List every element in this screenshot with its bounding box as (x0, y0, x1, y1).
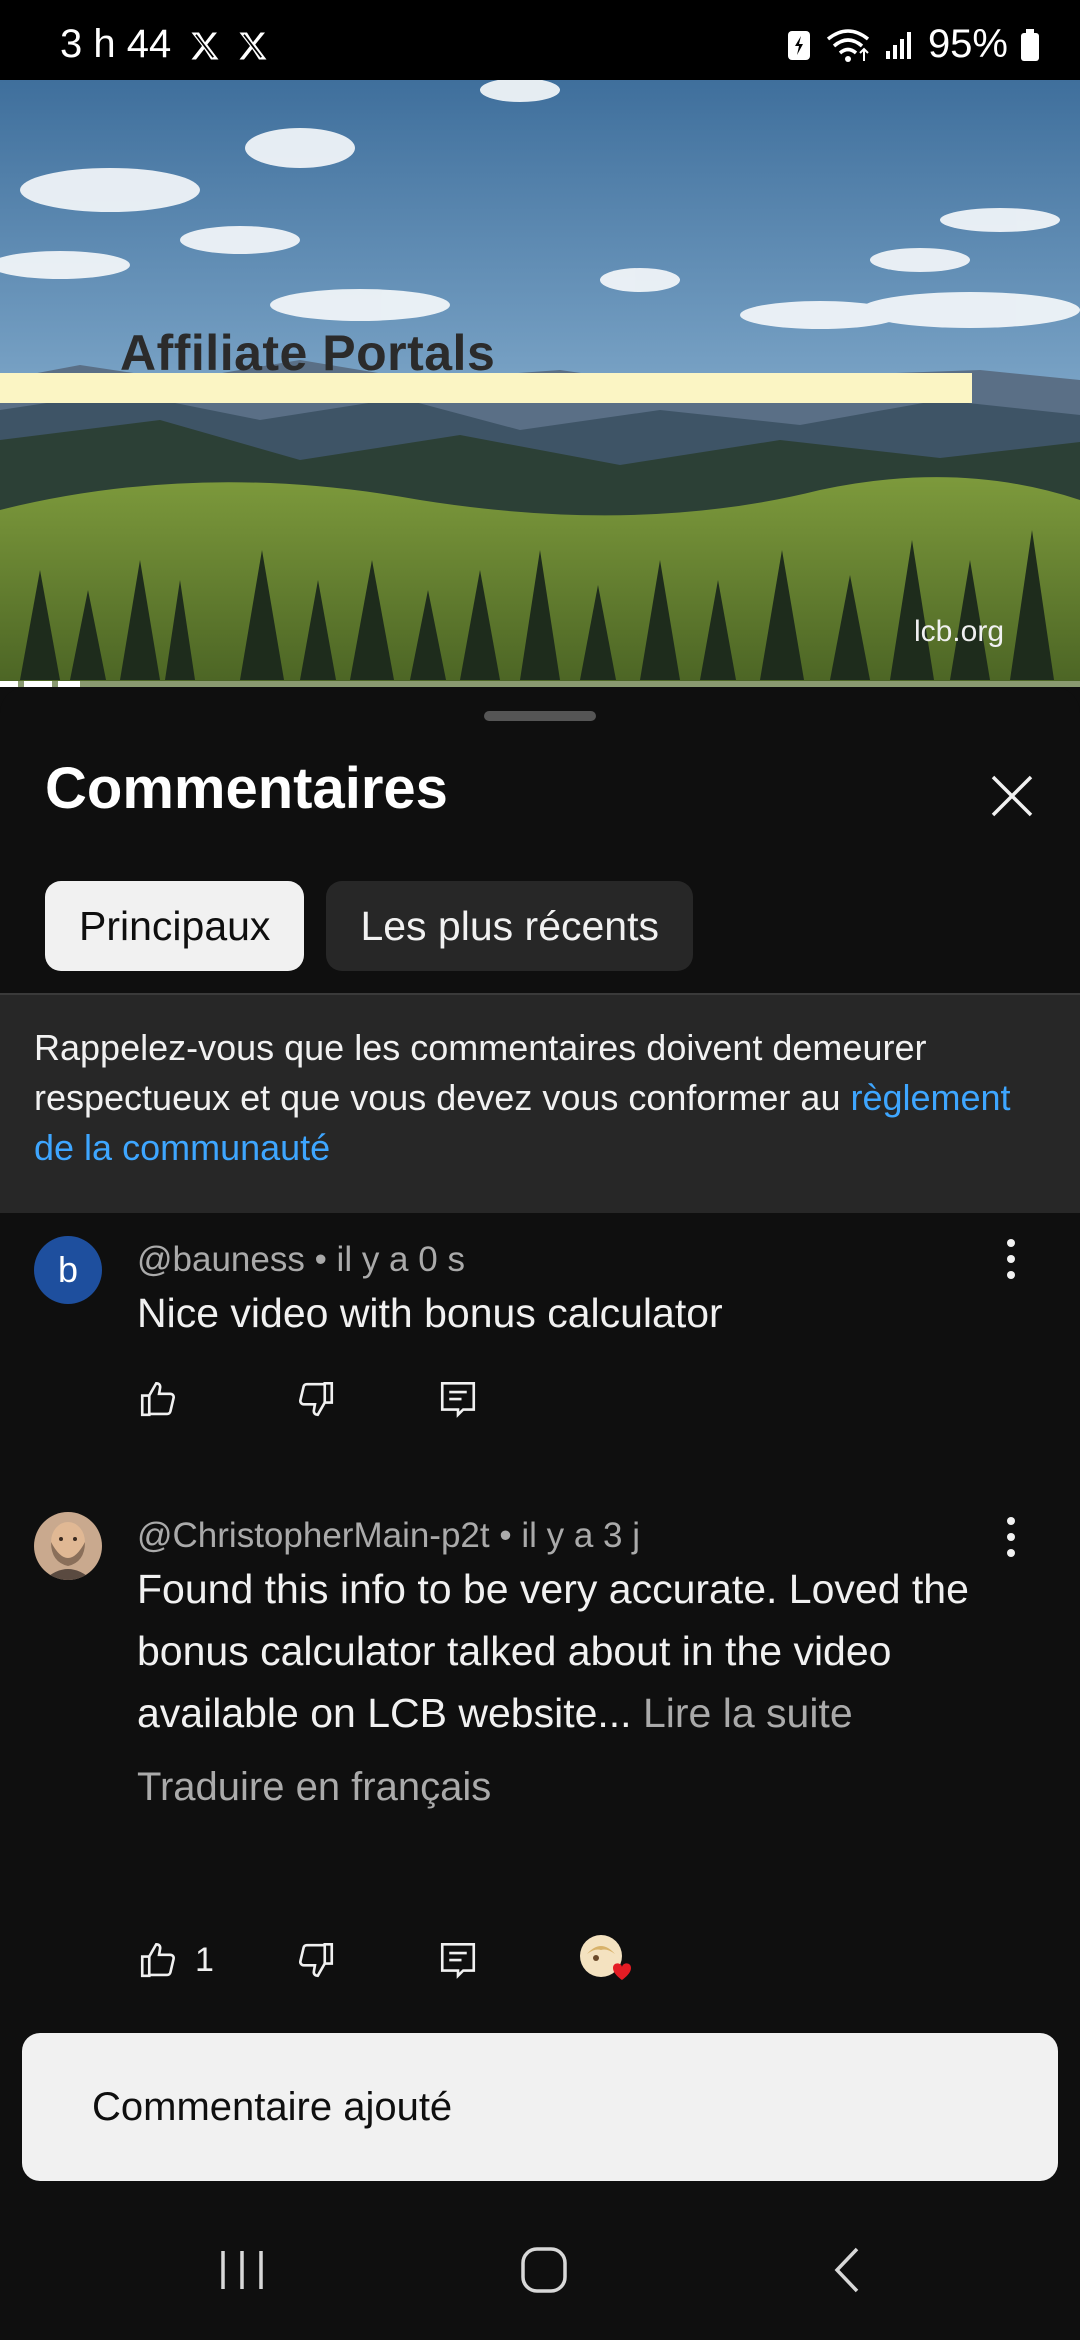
status-time: 3 h 44 (60, 22, 172, 66)
wifi-icon (826, 28, 870, 62)
snackbar-message: Commentaire ajouté (92, 2084, 453, 2129)
translate-link[interactable]: Traduire en français (137, 1765, 491, 1810)
sort-tabs: Principaux Les plus récents (45, 881, 693, 971)
reply-button[interactable] (437, 1939, 577, 1981)
video-watermark: lcb.org (913, 615, 1004, 648)
avatar-photo (34, 1512, 102, 1580)
dislike-button[interactable] (295, 1939, 437, 1981)
tab-principaux[interactable]: Principaux (45, 881, 305, 971)
read-more-link[interactable]: Lire la suite (632, 1690, 853, 1736)
recent-apps-icon (221, 2251, 263, 2289)
comment-meta: @bauness • il y a 0 s (137, 1240, 465, 1280)
comment-meta: @ChristopherMain-p2t • il y a 3 j (137, 1516, 640, 1556)
reply-icon (440, 1942, 476, 1979)
reply-button[interactable] (437, 1378, 479, 1420)
notice-text: Rappelez-vous que les commentaires doive… (34, 1027, 927, 1118)
dislike-button[interactable] (295, 1378, 437, 1420)
comment-author[interactable]: @bauness (137, 1240, 305, 1279)
creator-heart-icon (580, 1935, 631, 1980)
snackbar: Commentaire ajouté (22, 2033, 1058, 2181)
creator-heart-badge (577, 1934, 635, 1986)
comment-author[interactable]: @ChristopherMain-p2t (137, 1516, 490, 1555)
like-count: 1 (195, 1940, 214, 1979)
home-icon (521, 2247, 567, 2293)
video-player[interactable]: Affiliate Portals lcb.org (0, 80, 1080, 687)
battery-saver-icon (787, 30, 810, 60)
close-icon (991, 775, 1033, 817)
comments-sheet: Commentaires Principaux Les plus récents… (0, 687, 1080, 2127)
comment-time: • il y a 0 s (304, 1240, 465, 1279)
recent-apps-button[interactable] (207, 2235, 277, 2305)
notification-icons (186, 28, 272, 64)
system-nav-bar (0, 2200, 1080, 2340)
comment-actions: 1 (137, 1934, 635, 1986)
back-button[interactable] (812, 2235, 882, 2305)
progress-segment (0, 681, 18, 687)
like-button[interactable] (137, 1378, 295, 1420)
drag-handle[interactable] (484, 711, 596, 721)
comment-text[interactable]: Found this info to be very accurate. Lov… (137, 1558, 1017, 1744)
comment-time: • il y a 3 j (489, 1516, 640, 1555)
close-button[interactable] (982, 766, 1042, 826)
comments-title: Commentaires (45, 756, 448, 821)
video-overlay-title: Affiliate Portals (120, 325, 496, 381)
status-bar: 3 h 44 95% (0, 0, 1080, 80)
home-button[interactable] (509, 2235, 579, 2305)
community-notice: Rappelez-vous que les commentaires doive… (0, 995, 1080, 1213)
thumbs-down-icon (299, 1381, 334, 1417)
avatar[interactable]: b (34, 1236, 102, 1304)
comment-actions (137, 1378, 479, 1420)
avatar[interactable] (34, 1512, 102, 1580)
back-icon (834, 2247, 859, 2293)
tab-plus-recents[interactable]: Les plus récents (326, 881, 693, 971)
like-button[interactable]: 1 (137, 1939, 295, 1981)
thumbs-up-icon (140, 1942, 175, 1978)
status-right: 95% (786, 22, 1040, 67)
comment-text: Nice video with bonus calculator (137, 1290, 723, 1336)
more-options-button[interactable] (996, 1234, 1026, 1284)
battery-percent: 95% (927, 22, 1008, 66)
battery-icon (1021, 28, 1039, 61)
comment-item: @ChristopherMain-p2t • il y a 3 j Found … (0, 1512, 1080, 1992)
x-logo-icon (239, 32, 267, 60)
thumbs-up-icon (140, 1381, 175, 1417)
comment-item: b @bauness • il y a 0 s Nice video with … (0, 1230, 1080, 1418)
thumbs-down-icon (299, 1942, 334, 1978)
signal-icon (885, 31, 911, 59)
more-options-button[interactable] (996, 1512, 1026, 1562)
reply-icon (440, 1381, 476, 1418)
x-logo-icon (191, 32, 219, 60)
